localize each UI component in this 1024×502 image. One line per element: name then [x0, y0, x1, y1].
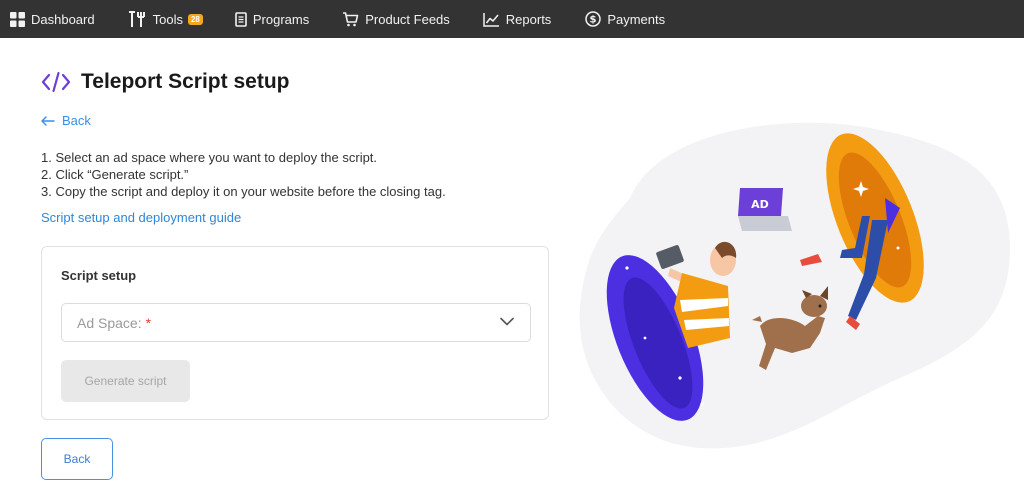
chevron-down-icon [500, 317, 514, 326]
card-title: Script setup [61, 268, 137, 283]
teleport-illustration: AD [579, 122, 1010, 449]
arrow-left-icon [41, 115, 55, 126]
instruction-step: 1. Select an ad space where you want to … [41, 150, 378, 165]
tools-count-badge: 28 [187, 13, 203, 25]
page-header: Teleport Script setup [41, 70, 289, 94]
nav-dashboard[interactable]: Dashboard [10, 0, 95, 38]
chart-line-icon [483, 12, 499, 27]
laptop-logo: AD [751, 198, 769, 211]
nav-product-feeds[interactable]: Product Feeds [342, 0, 450, 38]
ad-space-select[interactable]: Ad Space: * [61, 303, 531, 342]
required-asterisk: * [145, 314, 152, 331]
top-navigation: Dashboard Tools 28 Programs Product Feed… [0, 0, 1024, 38]
setup-guide-link[interactable]: Script setup and deployment guide [41, 210, 241, 225]
page-title: Teleport Script setup [81, 70, 290, 93]
script-setup-card: Script setup Ad Space: * Generate script [41, 246, 549, 420]
instructions: 1. Select an ad space where you want to … [41, 149, 446, 200]
nav-tools[interactable]: Tools 28 [128, 0, 203, 38]
svg-text:$: $ [590, 15, 597, 26]
nav-payments-label: Payments [607, 11, 666, 27]
tools-icon [128, 10, 145, 27]
cart-icon [343, 11, 359, 26]
dollar-circle-icon: $ [585, 11, 602, 27]
code-icon [41, 71, 71, 93]
nav-reports[interactable]: Reports [483, 0, 552, 38]
back-button[interactable]: Back [41, 438, 113, 480]
dashboard-grid-icon [10, 11, 25, 27]
nav-reports-label: Reports [505, 11, 552, 27]
document-icon [235, 11, 247, 27]
instruction-step: 3. Copy the script and deploy it on your… [41, 184, 446, 199]
ad-space-placeholder: Ad Space: [77, 314, 142, 331]
nav-tools-label: Tools [152, 11, 183, 27]
nav-programs-label: Programs [252, 11, 310, 27]
instruction-step: 2. Click “Generate script.” [41, 167, 189, 182]
nav-product-feeds-label: Product Feeds [365, 11, 450, 27]
nav-programs[interactable]: Programs [235, 0, 309, 38]
generate-script-button[interactable]: Generate script [61, 360, 190, 402]
back-link[interactable]: Back [41, 113, 91, 128]
nav-payments[interactable]: $ Payments [585, 0, 665, 38]
nav-dashboard-label: Dashboard [31, 11, 95, 27]
back-link-label: Back [62, 113, 91, 128]
